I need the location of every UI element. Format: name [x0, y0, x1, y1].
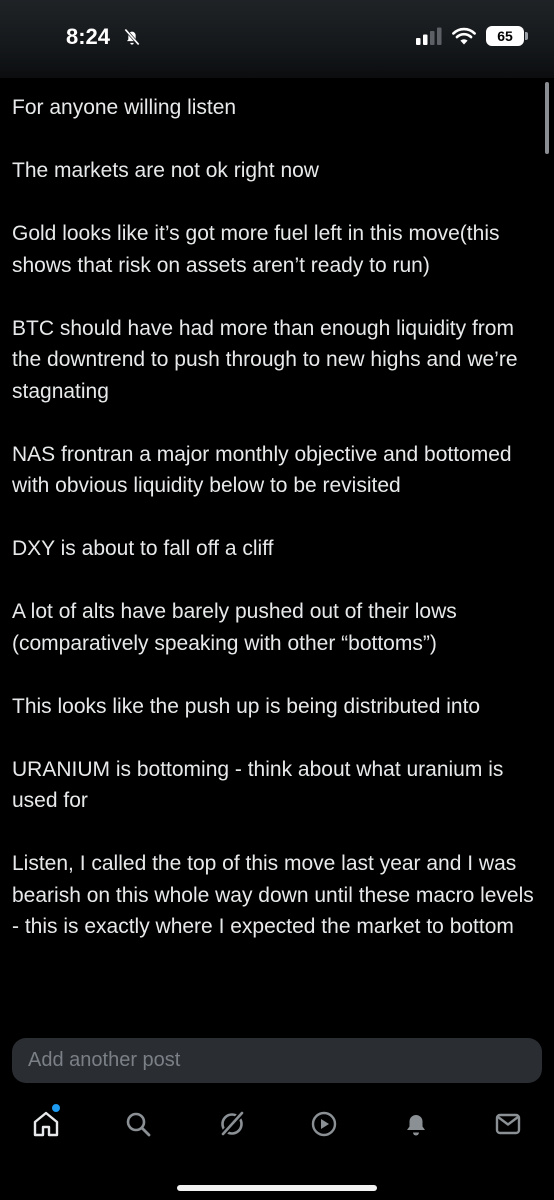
- grok-icon: [219, 1110, 245, 1138]
- tab-bar: [0, 1096, 554, 1152]
- add-post-input[interactable]: [12, 1038, 542, 1083]
- status-bar: 8:24 65: [0, 0, 554, 78]
- post-paragraph: Listen, I called the top of this move la…: [12, 852, 534, 938]
- post-paragraph: NAS frontran a major monthly objective a…: [12, 442, 512, 498]
- messages-icon: [495, 1113, 521, 1135]
- video-icon: [311, 1111, 337, 1137]
- battery-icon: 65: [486, 26, 528, 46]
- post-paragraph: This looks like the push up is being dis…: [12, 694, 481, 718]
- post-paragraph: DXY is about to fall off a cliff: [12, 537, 274, 560]
- tab-video[interactable]: [298, 1096, 350, 1152]
- status-icons: 65: [416, 26, 528, 46]
- bell-slash-icon: [124, 28, 140, 46]
- post-paragraph: For anyone willing listen: [12, 96, 237, 119]
- notifications-icon: [407, 1115, 425, 1136]
- post-paragraph: URANIUM is bottoming - think about what …: [12, 757, 504, 813]
- add-post-field[interactable]: [12, 1038, 542, 1083]
- post-text[interactable]: For anyone willing listen The markets ar…: [0, 78, 554, 943]
- post-paragraph: A lot of alts have barely pushed out of …: [12, 600, 457, 655]
- tab-home[interactable]: [20, 1096, 72, 1152]
- tab-messages[interactable]: [482, 1096, 534, 1152]
- post-paragraph: BTC should have had more than enough liq…: [12, 316, 518, 403]
- tab-notifications[interactable]: [390, 1096, 442, 1152]
- tab-grok[interactable]: [206, 1096, 258, 1152]
- wifi-icon: [452, 27, 476, 45]
- tab-search[interactable]: [112, 1096, 164, 1152]
- signal-icon: [416, 27, 442, 45]
- search-icon: [126, 1112, 151, 1137]
- notification-dot: [50, 1102, 62, 1114]
- scrollbar[interactable]: [545, 82, 549, 154]
- status-time: 8:24: [66, 24, 111, 49]
- post-draft-editor[interactable]: For anyone willing listen The markets ar…: [0, 78, 554, 1030]
- post-paragraph: The markets are not ok right now: [12, 159, 319, 182]
- post-paragraph: Gold looks like it’s got more fuel left …: [12, 222, 500, 277]
- home-indicator: [177, 1185, 377, 1191]
